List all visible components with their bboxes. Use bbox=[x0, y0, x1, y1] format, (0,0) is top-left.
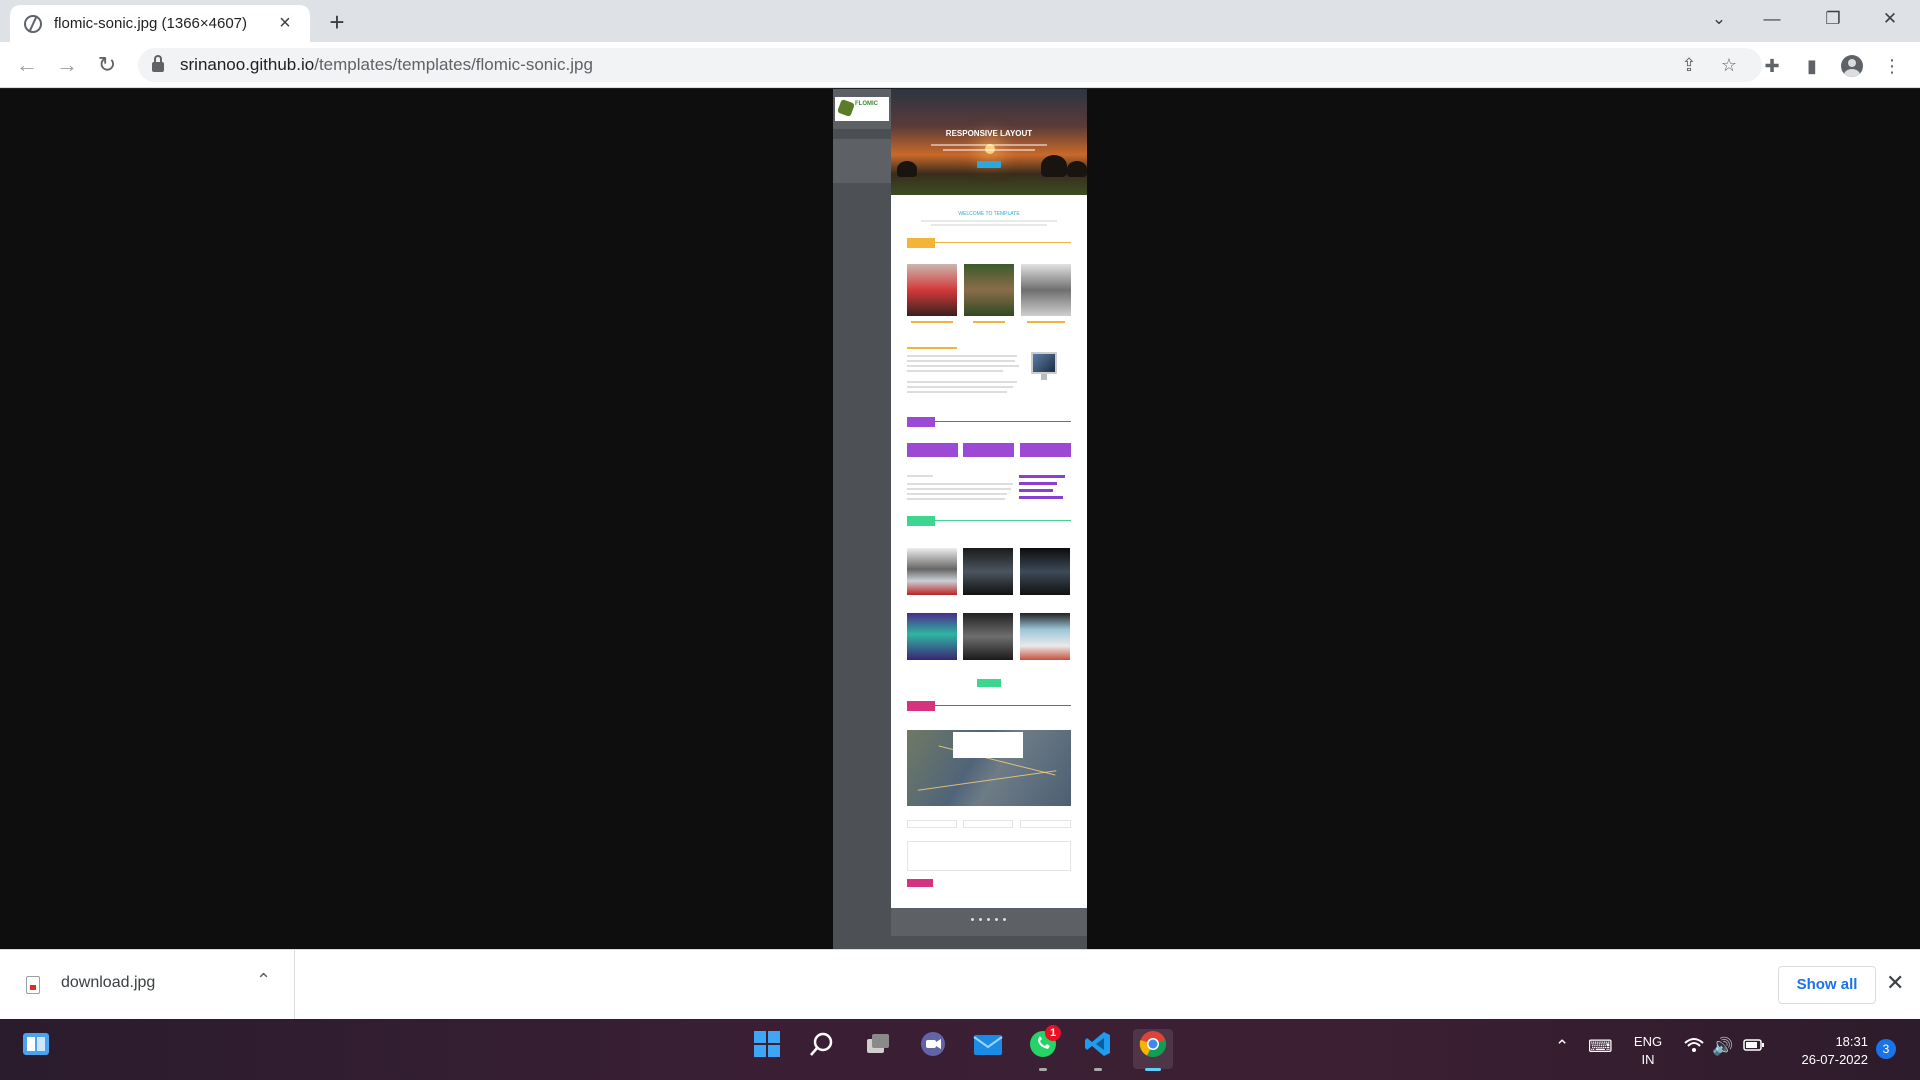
side-panel-icon[interactable]: ▮ bbox=[1798, 52, 1826, 80]
services-section-tag bbox=[907, 417, 935, 427]
form-field-image bbox=[907, 820, 957, 828]
team-photo bbox=[1021, 264, 1071, 316]
tab-title: flomic-sonic.jpg (1366×4607) bbox=[54, 15, 248, 32]
wifi-icon[interactable] bbox=[1684, 1037, 1704, 1058]
clock[interactable]: 18:31 26-07-2022 bbox=[1780, 1033, 1869, 1069]
address-bar[interactable]: srinanoo.github.io/templates/templates/f… bbox=[138, 48, 1762, 82]
chrome-icon[interactable] bbox=[1133, 1029, 1173, 1071]
team-section-tag bbox=[907, 238, 935, 248]
globe-icon bbox=[24, 14, 42, 33]
restore-button[interactable]: ❐ bbox=[1807, 0, 1859, 40]
service-card bbox=[963, 443, 1014, 457]
team-photo bbox=[964, 264, 1014, 316]
tab-strip: flomic-sonic.jpg (1366×4607) × + ⌄ — ❐ ✕ bbox=[0, 0, 1920, 42]
tab-flomic-sonic[interactable]: flomic-sonic.jpg (1366×4607) × bbox=[10, 5, 310, 42]
tab-close-icon[interactable]: × bbox=[274, 12, 296, 35]
vscode-icon[interactable] bbox=[1078, 1029, 1118, 1071]
screenshot-welcome: WELCOME TO TEMPLATE bbox=[958, 211, 1020, 217]
reload-button[interactable]: ↻ bbox=[92, 50, 122, 80]
keyboard-icon[interactable]: ⌨ bbox=[1588, 1037, 1613, 1057]
portfolio-section-tag bbox=[907, 516, 935, 526]
screenshot-logo: FLOMIC bbox=[835, 97, 889, 121]
tab-search-chevron-icon[interactable]: ⌄ bbox=[1693, 0, 1745, 40]
download-file-name[interactable]: download.jpg bbox=[61, 974, 155, 992]
form-field-image bbox=[1020, 820, 1071, 828]
mail-icon[interactable] bbox=[968, 1029, 1008, 1069]
whatsapp-icon[interactable]: 1 bbox=[1023, 1025, 1063, 1071]
chevron-up-icon[interactable]: ⌃ bbox=[256, 970, 271, 991]
view-more-button-image bbox=[977, 679, 1001, 687]
minimize-button[interactable]: — bbox=[1746, 0, 1798, 40]
image-viewer: FLOMIC RESPONSIVE LAYOUT WELCOME TO TEMP… bbox=[0, 89, 1920, 949]
monitor-illustration bbox=[1031, 352, 1057, 380]
notification-count-badge[interactable]: 3 bbox=[1876, 1039, 1896, 1059]
portfolio-thumb bbox=[963, 613, 1013, 660]
template-screenshot-image: FLOMIC RESPONSIVE LAYOUT WELCOME TO TEMP… bbox=[833, 89, 1087, 949]
team-photo bbox=[907, 264, 957, 316]
service-card bbox=[907, 443, 958, 457]
portfolio-thumb bbox=[963, 548, 1013, 595]
screenshot-content: RESPONSIVE LAYOUT WELCOME TO TEMPLATE bbox=[891, 89, 1087, 949]
windows-start-icon[interactable] bbox=[747, 1029, 787, 1069]
widgets-icon[interactable] bbox=[16, 1029, 56, 1069]
bookmark-star-icon[interactable]: ☆ bbox=[1716, 52, 1742, 78]
task-view-icon[interactable] bbox=[858, 1029, 898, 1069]
portfolio-thumb bbox=[1020, 548, 1070, 595]
whatsapp-badge: 1 bbox=[1045, 1025, 1061, 1041]
contact-section-tag bbox=[907, 701, 935, 711]
screenshot-hero-title: RESPONSIVE LAYOUT bbox=[945, 129, 1033, 138]
share-icon[interactable]: ⇪ bbox=[1676, 52, 1702, 78]
portfolio-thumb bbox=[907, 613, 957, 660]
chat-icon[interactable] bbox=[913, 1029, 953, 1069]
image-file-icon bbox=[26, 976, 40, 994]
chevron-up-tray-icon[interactable]: ⌃ bbox=[1555, 1037, 1569, 1057]
screenshot-side-menu bbox=[833, 129, 891, 184]
volume-icon[interactable]: 🔊 bbox=[1712, 1037, 1733, 1057]
form-field-image bbox=[963, 820, 1013, 828]
battery-icon[interactable] bbox=[1743, 1037, 1765, 1057]
download-bar: download.jpg ⌃ Show all ✕ bbox=[0, 949, 1920, 1020]
screenshot-hero: RESPONSIVE LAYOUT bbox=[891, 89, 1087, 195]
form-textarea-image bbox=[907, 841, 1071, 871]
new-tab-button[interactable]: + bbox=[322, 8, 352, 38]
search-icon[interactable] bbox=[802, 1029, 842, 1069]
close-window-button[interactable]: ✕ bbox=[1864, 0, 1916, 40]
lock-icon[interactable] bbox=[152, 55, 164, 72]
portfolio-thumb bbox=[1020, 613, 1070, 660]
map-image bbox=[907, 730, 1071, 806]
language-indicator[interactable]: ENG IN bbox=[1632, 1033, 1664, 1069]
back-button[interactable]: ← bbox=[12, 50, 42, 80]
menu-kebab-icon[interactable]: ⋮ bbox=[1878, 52, 1906, 80]
extensions-icon[interactable]: ✚ bbox=[1758, 52, 1786, 80]
screenshot-sidebar: FLOMIC bbox=[833, 89, 891, 949]
portfolio-thumb bbox=[907, 548, 957, 595]
screenshot-footer bbox=[891, 908, 1087, 949]
url-text[interactable]: srinanoo.github.io/templates/templates/f… bbox=[180, 55, 593, 75]
show-all-button[interactable]: Show all bbox=[1778, 966, 1876, 1004]
send-button-image bbox=[907, 879, 933, 887]
browser-toolbar: ← → ↻ srinanoo.github.io/templates/templ… bbox=[0, 42, 1920, 88]
service-card bbox=[1020, 443, 1071, 457]
profile-avatar[interactable] bbox=[1838, 52, 1866, 80]
download-item[interactable]: download.jpg ⌃ bbox=[0, 950, 295, 1020]
close-download-bar-icon[interactable]: ✕ bbox=[1886, 970, 1904, 996]
windows-taskbar: 1 ⌃ ⌨ ENG IN 🔊 18:31 26-07-2022 3 bbox=[0, 1019, 1920, 1080]
forward-button[interactable]: → bbox=[52, 50, 82, 80]
